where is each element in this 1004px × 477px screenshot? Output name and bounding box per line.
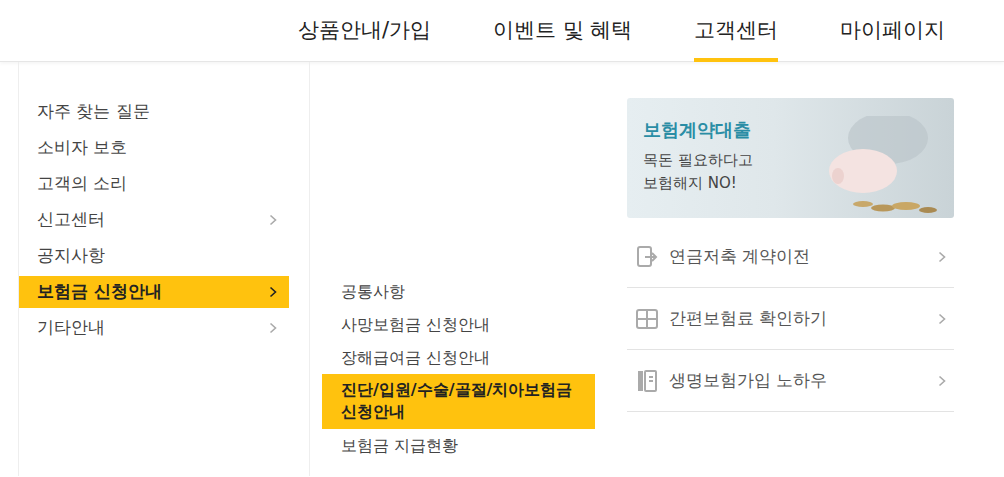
submenu-link[interactable]: 보험금 지급현황 bbox=[322, 429, 595, 462]
sidebar-link[interactable]: 기타안내 bbox=[19, 312, 289, 344]
sidebar-label: 신고센터 bbox=[37, 207, 105, 233]
submenu-label: 장해급여금 신청안내 bbox=[341, 348, 490, 367]
quick-link-item: 생명보험가입 노하우 bbox=[627, 350, 954, 412]
sidebar-link[interactable]: 자주 찾는 질문 bbox=[19, 96, 289, 128]
submenu-link[interactable]: 장해급여금 신청안내 bbox=[322, 341, 595, 374]
chevron-icon bbox=[269, 322, 277, 334]
nav-label: 이벤트 및 혜택 bbox=[493, 15, 632, 47]
chevron-icon bbox=[938, 251, 946, 263]
submenu-link[interactable]: 사망보험금 신청안내 bbox=[322, 308, 595, 341]
nav-link[interactable]: 이벤트 및 혜택 bbox=[493, 0, 632, 62]
sidebar-label: 소비자 보호 bbox=[37, 135, 127, 161]
submenu-item: 장해급여금 신청안내 bbox=[322, 341, 595, 374]
sidebar-item: 고객의 소리 bbox=[19, 168, 289, 200]
sidebar-label: 보험금 신청안내 bbox=[37, 279, 162, 305]
sidebar-link[interactable]: 공지사항 bbox=[19, 240, 289, 272]
nav-link[interactable]: 상품안내/가입 bbox=[298, 0, 431, 62]
sidebar-label: 고객의 소리 bbox=[37, 171, 127, 197]
calculator-icon bbox=[635, 307, 659, 331]
quick-link-label: 간편보험료 확인하기 bbox=[669, 306, 938, 332]
nav-link[interactable]: 마이페이지 bbox=[840, 0, 945, 62]
submenu-panel: 공통사항사망보험금 신청안내장해급여금 신청안내진단/입원/수술/골절/치아보험… bbox=[310, 62, 595, 476]
chevron-icon bbox=[938, 375, 946, 387]
submenu-item: 진단/입원/수술/골절/치아보험금 신청안내 bbox=[322, 374, 595, 429]
sidebar-menu: 자주 찾는 질문소비자 보호고객의 소리신고센터공지사항보험금 신청안내기타안내 bbox=[19, 96, 289, 344]
submenu-link[interactable]: 공통사항 bbox=[322, 275, 595, 308]
sidebar: 자주 찾는 질문소비자 보호고객의 소리신고센터공지사항보험금 신청안내기타안내 bbox=[18, 62, 310, 476]
transfer-icon bbox=[635, 245, 659, 269]
sidebar-label: 기타안내 bbox=[37, 315, 105, 341]
quick-link[interactable]: 간편보험료 확인하기 bbox=[627, 288, 954, 350]
submenu-label: 보험금 지급현황 bbox=[341, 436, 458, 455]
top-navigation: 상품안내/가입 이벤트 및 혜택 고객센터 마이페이지 bbox=[0, 0, 1004, 62]
sidebar-link[interactable]: 소비자 보호 bbox=[19, 132, 289, 164]
nav-label: 상품안내/가입 bbox=[298, 15, 431, 47]
banner-title: 보험계약대출 bbox=[643, 116, 753, 143]
quick-link-item: 간편보험료 확인하기 bbox=[627, 288, 954, 350]
chevron-icon bbox=[269, 286, 277, 298]
side-panel: 보험계약대출목돈 필요하다고보험해지 NO! 연금저축 계약이전간편보험료 확인… bbox=[627, 62, 954, 476]
banner-line: 보험해지 NO! bbox=[643, 172, 753, 195]
submenu-item: 보험금 지급현황 bbox=[322, 429, 595, 462]
sidebar-item: 기타안내 bbox=[19, 312, 289, 344]
sidebar-link[interactable]: 보험금 신청안내 bbox=[19, 276, 289, 308]
sidebar-item: 공지사항 bbox=[19, 240, 289, 272]
nav-label: 고객센터 bbox=[694, 15, 778, 47]
submenu-label: 진단/입원/수술/골절/치아보험금 신청안내 bbox=[341, 380, 572, 421]
nav-item: 상품안내/가입 bbox=[298, 0, 431, 62]
submenu-item: 사망보험금 신청안내 bbox=[322, 308, 595, 341]
quick-link-label: 생명보험가입 노하우 bbox=[669, 368, 938, 394]
sidebar-item: 신고센터 bbox=[19, 204, 289, 236]
quick-link-item: 연금저축 계약이전 bbox=[627, 226, 954, 288]
chevron-icon bbox=[938, 313, 946, 325]
main-menu: 상품안내/가입 이벤트 및 혜택 고객센터 마이페이지 bbox=[0, 0, 945, 62]
submenu: 공통사항사망보험금 신청안내장해급여금 신청안내진단/입원/수술/골절/치아보험… bbox=[322, 275, 595, 462]
banner-text: 보험계약대출목돈 필요하다고보험해지 NO! bbox=[643, 116, 753, 200]
sidebar-link[interactable]: 고객의 소리 bbox=[19, 168, 289, 200]
quick-link[interactable]: 연금저축 계약이전 bbox=[627, 226, 954, 288]
sidebar-item: 보험금 신청안내 bbox=[19, 276, 289, 308]
guide-icon bbox=[635, 369, 659, 393]
nav-label: 마이페이지 bbox=[840, 15, 945, 47]
quick-links: 연금저축 계약이전간편보험료 확인하기생명보험가입 노하우 bbox=[627, 226, 954, 412]
sidebar-label: 공지사항 bbox=[37, 243, 105, 269]
sidebar-item: 소비자 보호 bbox=[19, 132, 289, 164]
chevron-icon bbox=[269, 214, 277, 226]
sidebar-link[interactable]: 신고센터 bbox=[19, 204, 289, 236]
submenu-item: 공통사항 bbox=[322, 275, 595, 308]
submenu-link[interactable]: 진단/입원/수술/골절/치아보험금 신청안내 bbox=[322, 374, 595, 429]
loan-banner[interactable]: 보험계약대출목돈 필요하다고보험해지 NO! bbox=[627, 98, 954, 218]
piggy-bank-photo-icon bbox=[768, 116, 938, 216]
sidebar-item: 자주 찾는 질문 bbox=[19, 96, 289, 128]
submenu-label: 공통사항 bbox=[341, 282, 405, 301]
quick-link-label: 연금저축 계약이전 bbox=[669, 244, 938, 270]
quick-link[interactable]: 생명보험가입 노하우 bbox=[627, 350, 954, 412]
submenu-label: 사망보험금 신청안내 bbox=[341, 315, 490, 334]
nav-item: 이벤트 및 혜택 bbox=[493, 0, 632, 62]
content-area: 자주 찾는 질문소비자 보호고객의 소리신고센터공지사항보험금 신청안내기타안내… bbox=[0, 62, 1004, 476]
nav-link[interactable]: 고객센터 bbox=[694, 0, 778, 62]
sidebar-label: 자주 찾는 질문 bbox=[37, 99, 150, 125]
banner-line: 목돈 필요하다고 bbox=[643, 149, 753, 172]
nav-item: 고객센터 bbox=[694, 0, 778, 62]
nav-item: 마이페이지 bbox=[840, 0, 945, 62]
